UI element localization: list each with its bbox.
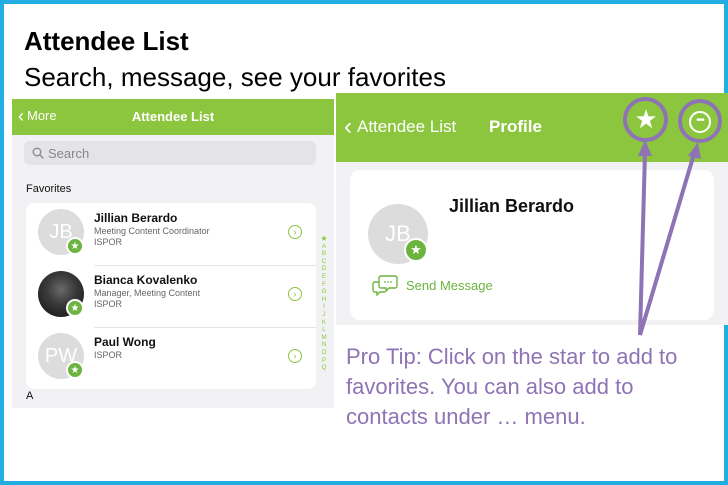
arrow-to-more — [638, 153, 696, 336]
pro-tip-text: Pro Tip: Click on the star to add to fav… — [346, 344, 678, 429]
arrowhead-star — [638, 140, 652, 156]
arrowhead-more — [688, 142, 701, 159]
arrow-to-star — [638, 151, 647, 336]
